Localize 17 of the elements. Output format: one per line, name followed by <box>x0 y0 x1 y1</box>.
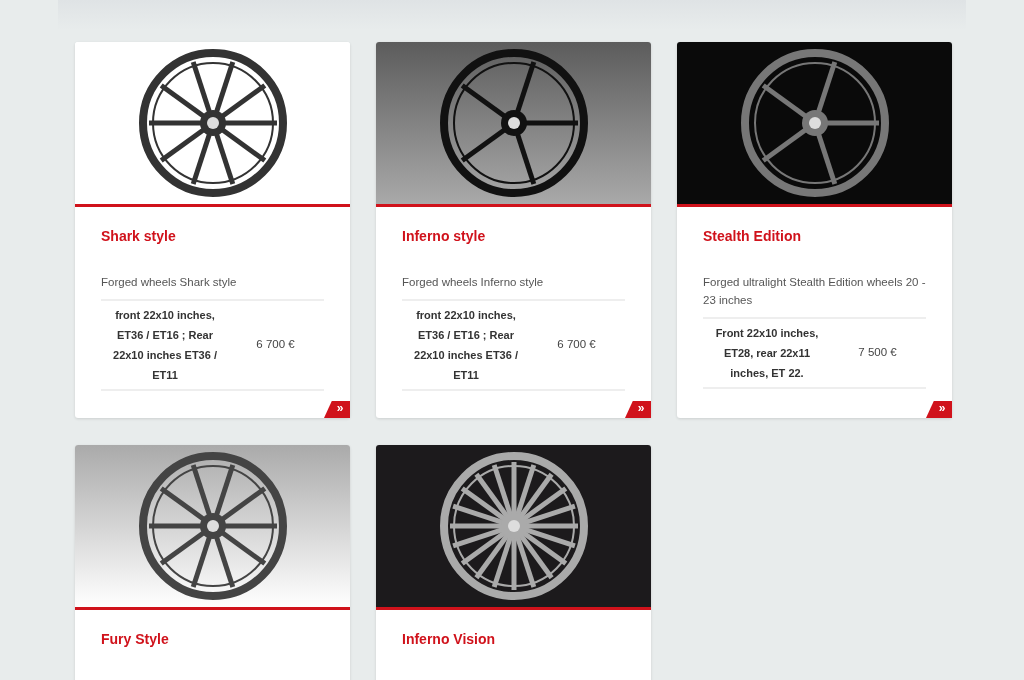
product-description: Forged wheels Inferno style <box>402 275 545 290</box>
price: 6 700 € <box>255 337 296 353</box>
more-link[interactable]: » <box>926 401 952 418</box>
product-title[interactable]: Inferno Vision <box>402 629 625 650</box>
more-link[interactable]: » <box>324 401 350 418</box>
product-title[interactable]: Fury Style <box>101 629 324 650</box>
product-title[interactable]: Shark style <box>101 226 324 247</box>
price: 6 700 € <box>556 337 597 353</box>
product-title[interactable]: Inferno style <box>402 226 625 247</box>
more-link[interactable]: » <box>625 401 651 418</box>
product-description: Forged wheels Shark style <box>101 275 238 290</box>
spec-text: front 22x10 inches, ET36 / ET16 ; Rear 22x10 inches ET36 / ET11 <box>413 308 519 383</box>
product-title[interactable]: Stealth Edition <box>703 226 926 247</box>
spec-text: Front 22x10 inches, ET28, rear 22x11 inches, ET 22. <box>714 326 820 381</box>
price: 7 500 € <box>857 345 898 361</box>
product-description: Forged ultralight Stealth Edition wheels 20 - 23 inches <box>703 275 926 308</box>
spec-text: front 22x10 inches, ET36 / ET16 ; Rear 22x10 inches ET36 / ET11 <box>112 308 218 383</box>
